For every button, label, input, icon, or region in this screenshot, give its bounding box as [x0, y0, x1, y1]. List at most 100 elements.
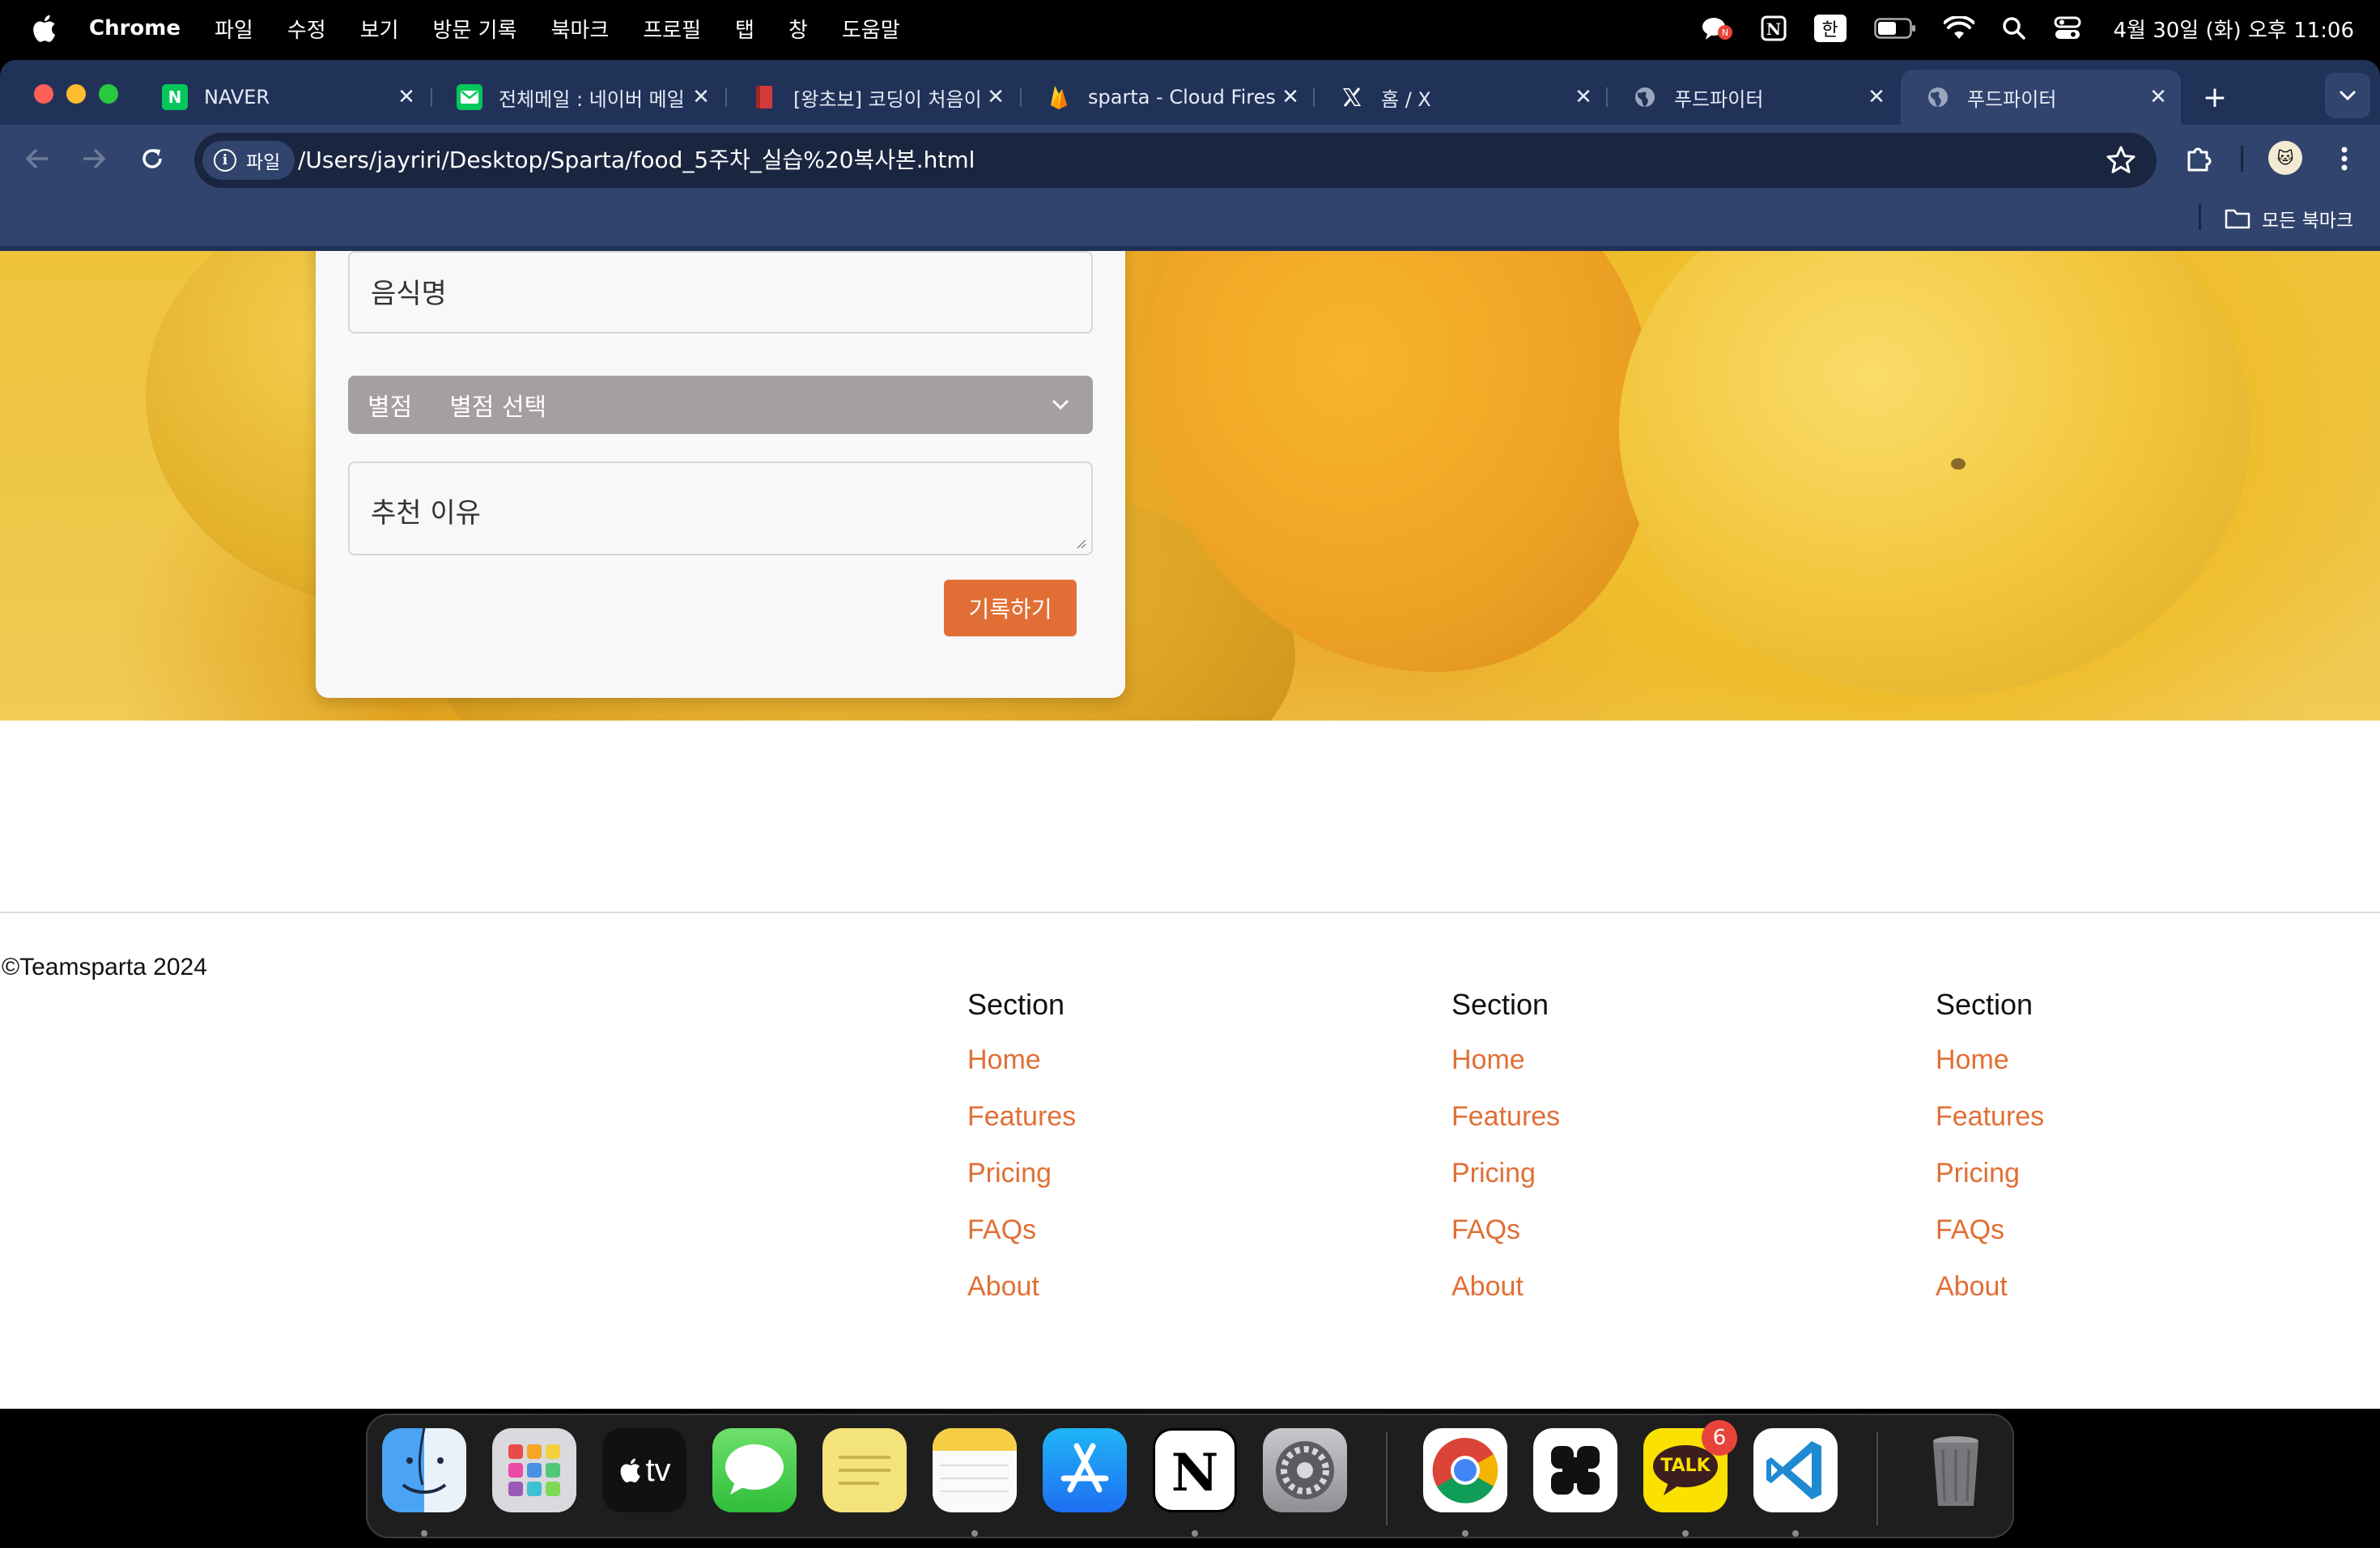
food-name-input[interactable]: 음식명 [348, 251, 1093, 334]
spotlight-search-icon[interactable] [2002, 16, 2026, 40]
minimize-window-button[interactable] [66, 84, 86, 104]
input-method-icon[interactable]: 한 [1813, 15, 1847, 42]
dock-trash[interactable] [1914, 1428, 1998, 1512]
footer-link-faqs[interactable]: FAQs [1451, 1214, 1560, 1271]
footer-link-home[interactable]: Home [967, 1044, 1076, 1101]
close-tab-icon[interactable]: ✕ [691, 85, 711, 109]
tab-search-button[interactable] [2325, 73, 2370, 118]
bookmarks-bar: 모든 북마크 [0, 193, 2380, 246]
dock-system-settings[interactable] [1263, 1428, 1347, 1512]
address-bar[interactable]: i 파일 /Users/jayriri/Desktop/Sparta/food_… [194, 133, 2157, 188]
dock-stickies[interactable] [822, 1428, 907, 1512]
site-chip-label: 파일 [246, 152, 281, 173]
battery-icon[interactable] [1873, 18, 1916, 39]
recommend-reason-textarea[interactable]: 추천 이유 [348, 461, 1093, 555]
running-indicator [971, 1530, 978, 1537]
bookmark-star-icon[interactable] [2105, 144, 2137, 176]
dock-finder[interactable] [382, 1428, 466, 1512]
tab-title: 전체메일 : 네이버 메일 [499, 87, 685, 111]
tab-firebase[interactable]: sparta - Cloud Fires ✕ [1022, 70, 1313, 125]
copyright-text: ©Teamsparta 2024 [2, 954, 207, 980]
app-store-icon [1060, 1443, 1109, 1493]
menu-history[interactable]: 방문 기록 [433, 14, 517, 44]
menu-bookmarks[interactable]: 북마크 [551, 14, 610, 44]
menu-window[interactable]: 창 [788, 14, 808, 44]
menu-tab[interactable]: 탭 [735, 14, 754, 44]
footer-link-about[interactable]: About [967, 1271, 1076, 1328]
back-button[interactable] [18, 139, 57, 178]
apple-icon[interactable] [31, 13, 57, 44]
tab-title: [왕초보] 코딩이 처음이 [793, 87, 982, 111]
tab-naver[interactable]: N NAVER ✕ [138, 70, 429, 125]
control-center-icon[interactable] [2054, 16, 2081, 40]
notification-badge: 6 [1702, 1420, 1737, 1456]
menu-profiles[interactable]: 프로필 [643, 14, 701, 44]
dock-messages[interactable] [712, 1428, 797, 1512]
close-tab-icon[interactable]: ✕ [2148, 85, 2168, 109]
footer-link-faqs[interactable]: FAQs [967, 1214, 1076, 1271]
close-tab-icon[interactable]: ✕ [1867, 85, 1886, 109]
footer-link-pricing[interactable]: Pricing [1936, 1158, 2044, 1214]
menu-view[interactable]: 보기 [360, 14, 399, 44]
dock-app-store[interactable] [1043, 1428, 1127, 1512]
app-menu-chrome[interactable]: Chrome [89, 16, 181, 40]
forward-button[interactable] [74, 139, 113, 178]
rating-select[interactable]: 별점 별점 선택 [348, 376, 1093, 434]
tab-food-fighter-active[interactable]: 푸드파이터 ✕ [1901, 70, 2181, 125]
resize-grip-icon[interactable] [1073, 536, 1086, 549]
menu-edit[interactable]: 수정 [287, 14, 326, 44]
kakao-label: TALK [1660, 1456, 1711, 1476]
dock-vscode[interactable] [1753, 1428, 1838, 1512]
submit-record-button[interactable]: 기록하기 [944, 580, 1077, 636]
footer-link-faqs[interactable]: FAQs [1936, 1214, 2044, 1271]
footer-link-about[interactable]: About [1451, 1271, 1560, 1328]
chrome-menu-button[interactable] [2325, 139, 2364, 178]
chat-status-icon[interactable]: N [1701, 15, 1733, 42]
footer-link-features[interactable]: Features [1451, 1101, 1560, 1158]
tab-food-fighter[interactable]: 푸드파이터 ✕ [1608, 70, 1899, 125]
menu-file[interactable]: 파일 [215, 14, 253, 44]
new-tab-button[interactable]: + [2197, 79, 2233, 115]
footer-section-heading: Section [1451, 988, 1549, 1021]
dock-chrome[interactable] [1423, 1428, 1507, 1512]
all-bookmarks-button[interactable]: 모든 북마크 [2225, 201, 2353, 236]
close-tab-icon[interactable]: ✕ [986, 85, 1005, 109]
profile-avatar[interactable]: 🐱 [2268, 141, 2302, 175]
footer-link-about[interactable]: About [1936, 1271, 2044, 1328]
close-window-button[interactable] [34, 84, 53, 104]
chrome-window: N NAVER ✕ 전체메일 : 네이버 메일 ✕ [왕초보] 코딩이 처음이 … [0, 60, 2380, 1409]
tab-naver-mail[interactable]: 전체메일 : 네이버 메일 ✕ [432, 70, 724, 125]
folder-icon [2225, 209, 2250, 229]
tab-coding-course[interactable]: [왕초보] 코딩이 처음이 ✕ [727, 70, 1018, 125]
url-text[interactable]: /Users/jayriri/Desktop/Sparta/food_5주차_실… [298, 133, 975, 188]
menubar-clock[interactable]: 4월 30일 (화) 오후 11:06 [2114, 14, 2355, 44]
reload-button[interactable] [133, 139, 172, 178]
close-tab-icon[interactable]: ✕ [1574, 85, 1593, 109]
dock-notion[interactable]: N [1153, 1428, 1237, 1512]
footer-link-features[interactable]: Features [1936, 1101, 2044, 1158]
footer-link-home[interactable]: Home [1451, 1044, 1560, 1101]
globe-icon [1632, 84, 1658, 110]
running-indicator [421, 1530, 427, 1537]
site-info-chip[interactable]: i 파일 [202, 141, 295, 180]
close-tab-icon[interactable]: ✕ [1281, 85, 1300, 109]
close-tab-icon[interactable]: ✕ [397, 85, 416, 109]
trash-icon [1933, 1436, 1978, 1506]
zoom-window-button[interactable] [99, 84, 118, 104]
extensions-button[interactable] [2179, 139, 2218, 178]
dock-launchpad[interactable] [492, 1428, 576, 1512]
dock-notes[interactable] [933, 1428, 1017, 1512]
dock-tv[interactable]: tv [602, 1428, 686, 1512]
footer-link-features[interactable]: Features [967, 1101, 1076, 1158]
wifi-icon[interactable] [1943, 16, 1974, 40]
running-indicator [1462, 1530, 1468, 1537]
dock-capcut[interactable] [1533, 1428, 1617, 1512]
footer-link-pricing[interactable]: Pricing [967, 1158, 1076, 1214]
footer-link-home[interactable]: Home [1936, 1044, 2044, 1101]
notion-icon: N [1171, 1443, 1219, 1503]
footer-link-pricing[interactable]: Pricing [1451, 1158, 1560, 1214]
toolbar-divider [2241, 146, 2243, 172]
notion-menubar-icon[interactable]: N [1761, 15, 1787, 41]
tab-x-home[interactable]: 홈 / X ✕ [1315, 70, 1606, 125]
menu-help[interactable]: 도움말 [842, 14, 900, 44]
